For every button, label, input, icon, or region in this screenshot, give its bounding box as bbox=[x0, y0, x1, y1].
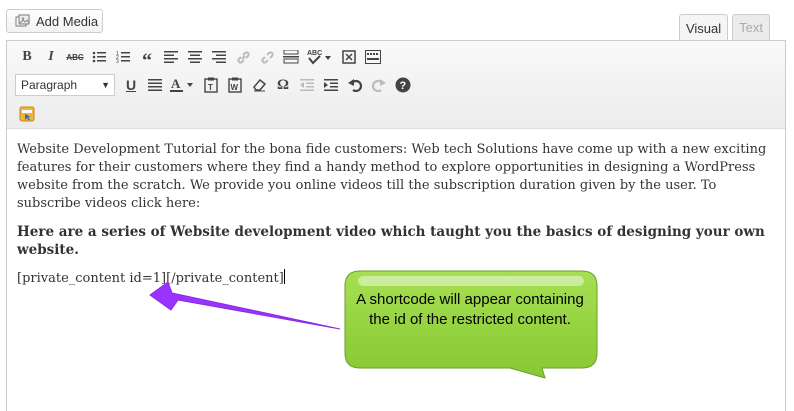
svg-text:?: ? bbox=[400, 80, 407, 92]
bold-icon[interactable]: B bbox=[15, 45, 39, 69]
strikethrough-icon[interactable]: ABC bbox=[63, 45, 87, 69]
format-select[interactable]: Paragraph ▼ bbox=[15, 74, 115, 96]
chevron-down-icon: ▼ bbox=[101, 80, 110, 90]
text-cursor bbox=[283, 269, 285, 284]
shortcode-text: [private_content id=1][/private_content] bbox=[17, 271, 284, 286]
svg-text:T: T bbox=[208, 83, 213, 92]
clear-formatting-icon[interactable] bbox=[247, 73, 271, 97]
editor: B I ABC 123 “ ABC Paragraph ▼ U A T W Ω … bbox=[6, 40, 786, 411]
add-media-button[interactable]: Add Media bbox=[6, 9, 103, 33]
editor-content[interactable]: Website Development Tutorial for the bon… bbox=[7, 129, 785, 300]
editor-tabs: Visual Text bbox=[678, 14, 770, 41]
media-icon bbox=[15, 14, 30, 27]
italic-icon[interactable]: I bbox=[39, 45, 63, 69]
redo-icon[interactable] bbox=[367, 73, 391, 97]
bullet-list-icon[interactable] bbox=[87, 45, 111, 69]
plugin-icon[interactable] bbox=[15, 102, 39, 126]
toolbar-toggle-icon[interactable] bbox=[361, 45, 385, 69]
paste-text-icon[interactable]: T bbox=[199, 73, 223, 97]
spellcheck-icon[interactable]: ABC bbox=[303, 45, 337, 69]
add-media-label: Add Media bbox=[36, 13, 99, 29]
editor-toolbar: B I ABC 123 “ ABC Paragraph ▼ U A T W Ω … bbox=[7, 41, 785, 129]
justify-icon[interactable] bbox=[143, 73, 167, 97]
format-select-value: Paragraph bbox=[21, 78, 78, 92]
content-heading: Here are a series of Website development… bbox=[17, 224, 765, 258]
help-icon[interactable]: ? bbox=[391, 73, 415, 97]
numbered-list-icon[interactable]: 123 bbox=[111, 45, 135, 69]
svg-text:W: W bbox=[231, 83, 239, 92]
svg-text:3: 3 bbox=[116, 59, 119, 64]
indent-icon[interactable] bbox=[319, 73, 343, 97]
blockquote-icon[interactable]: “ bbox=[135, 45, 159, 71]
text-color-icon[interactable]: A bbox=[167, 73, 199, 97]
tab-text[interactable]: Text bbox=[732, 14, 770, 40]
align-right-icon[interactable] bbox=[207, 45, 231, 69]
shortcode-line: [private_content id=1][/private_content] bbox=[17, 269, 775, 288]
svg-text:A: A bbox=[171, 77, 181, 91]
fullscreen-icon[interactable] bbox=[337, 45, 361, 69]
underline-icon[interactable]: U bbox=[119, 73, 143, 97]
outdent-icon[interactable] bbox=[295, 73, 319, 97]
content-paragraph: Website Development Tutorial for the bon… bbox=[17, 142, 767, 211]
special-character-icon[interactable]: Ω bbox=[271, 73, 295, 97]
unlink-icon[interactable] bbox=[255, 45, 279, 69]
tab-visual[interactable]: Visual bbox=[678, 14, 729, 41]
link-icon[interactable] bbox=[231, 45, 255, 69]
paste-word-icon[interactable]: W bbox=[223, 73, 247, 97]
insert-more-icon[interactable] bbox=[279, 45, 303, 69]
align-center-icon[interactable] bbox=[183, 45, 207, 69]
undo-icon[interactable] bbox=[343, 73, 367, 97]
align-left-icon[interactable] bbox=[159, 45, 183, 69]
